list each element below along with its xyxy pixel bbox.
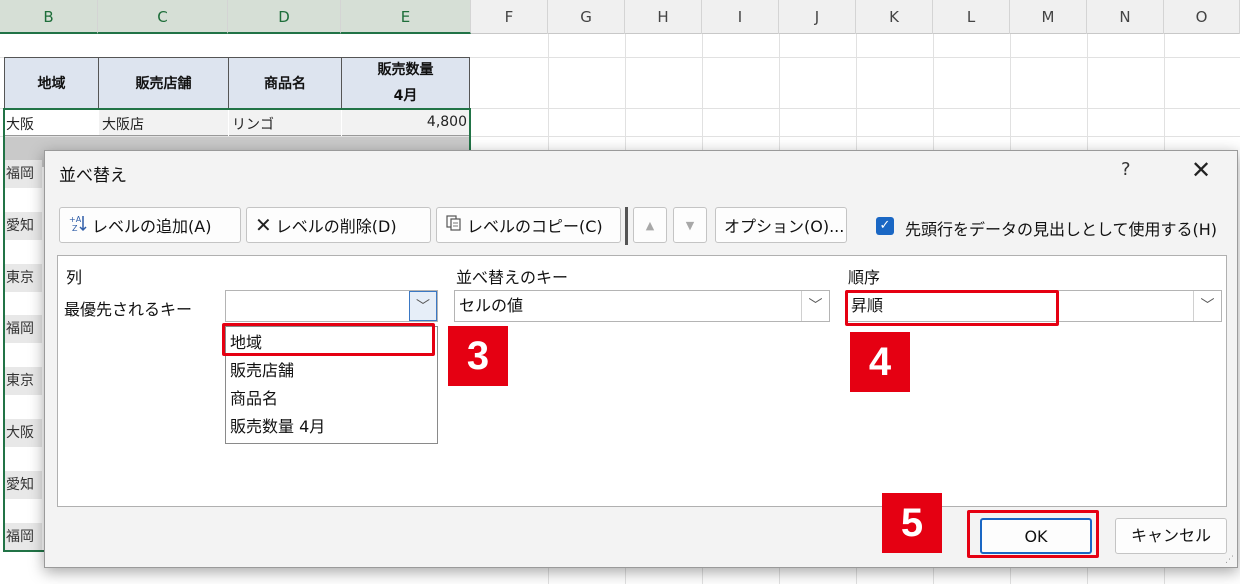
header-row-checkbox[interactable]: ✓ xyxy=(876,217,894,235)
column-header-g[interactable]: G xyxy=(548,0,625,34)
table-header-product[interactable]: 商品名 xyxy=(228,57,342,109)
column-header-m[interactable]: M xyxy=(1010,0,1087,34)
resize-grip-icon[interactable]: ⋰ xyxy=(1225,555,1235,565)
column-header-i[interactable]: I xyxy=(702,0,779,34)
add-level-button[interactable]: +A Z レベルの追加(A) xyxy=(59,207,241,243)
copy-icon xyxy=(445,214,463,236)
copy-level-label: レベルのコピー(C) xyxy=(467,217,603,236)
table-header-store[interactable]: 販売店舗 xyxy=(98,57,229,109)
step-3-marker: 3 xyxy=(448,326,508,386)
column-header-bar: B C D E F G H I J K L M N O xyxy=(0,0,1240,34)
header-row-checkbox-label: 先頭行をデータの見出しとして使用する(H) xyxy=(905,220,1218,239)
column-header-k[interactable]: K xyxy=(856,0,933,34)
chevron-down-icon[interactable]: ﹀ xyxy=(409,291,437,321)
dialog-title: 並べ替え xyxy=(59,166,127,186)
column-header-b[interactable]: B xyxy=(0,0,98,34)
sort-key-value: セルの値 xyxy=(459,296,524,315)
table-header-quantity-line2: 4月 xyxy=(393,88,418,104)
delete-level-label: レベルの削除(D) xyxy=(275,217,397,236)
chevron-down-icon[interactable]: ﹀ xyxy=(801,291,829,321)
column-header-e[interactable]: E xyxy=(341,0,471,34)
column-header-l[interactable]: L xyxy=(933,0,1010,34)
column-header-o[interactable]: O xyxy=(1164,0,1240,34)
dropdown-option-store[interactable]: 販売店舗 xyxy=(228,357,433,385)
column-header-h[interactable]: H xyxy=(625,0,702,34)
chevron-down-icon[interactable]: ﹀ xyxy=(1193,291,1221,321)
table-header-quantity[interactable]: 販売数量 4月 xyxy=(341,57,470,109)
sort-key-select[interactable]: セルの値 ﹀ xyxy=(454,290,830,322)
options-button[interactable]: オプション(O)... xyxy=(715,207,847,243)
delete-x-icon: ✕ xyxy=(255,213,272,237)
column-header-c[interactable]: C xyxy=(98,0,228,34)
close-icon[interactable]: ✕ xyxy=(1186,155,1216,185)
move-up-button[interactable]: ▲ xyxy=(633,207,667,243)
sort-add-icon: +A Z xyxy=(68,213,88,237)
svg-text:Z: Z xyxy=(72,224,78,233)
highlight-region-option xyxy=(222,323,435,356)
toolbar-separator xyxy=(625,207,628,245)
svg-text:+A: +A xyxy=(69,215,82,224)
dropdown-option-product[interactable]: 商品名 xyxy=(228,385,433,413)
sort-dialog: 並べ替え ? ✕ +A Z レベルの追加(A) ✕ レベルの削除(D) レベルの… xyxy=(44,150,1238,568)
column-header-d[interactable]: D xyxy=(228,0,341,34)
add-level-label: レベルの追加(A) xyxy=(92,217,212,236)
copy-level-button[interactable]: レベルのコピー(C) xyxy=(436,207,621,243)
column-header-f[interactable]: F xyxy=(471,0,548,34)
dropdown-option-quantity[interactable]: 販売数量 4月 xyxy=(228,413,433,441)
highlight-ok-button xyxy=(967,510,1099,558)
delete-level-button[interactable]: ✕ レベルの削除(D) xyxy=(246,207,431,243)
highlight-order-select xyxy=(845,290,1059,326)
column-header-n[interactable]: N xyxy=(1087,0,1164,34)
primary-key-label: 最優先されるキー xyxy=(64,300,193,319)
step-5-marker: 5 xyxy=(882,493,942,553)
column-select[interactable]: ﹀ xyxy=(225,290,438,322)
column-heading: 列 xyxy=(66,268,83,287)
order-heading: 順序 xyxy=(848,268,881,287)
step-4-marker: 4 xyxy=(850,332,910,392)
sort-key-heading: 並べ替えのキー xyxy=(456,268,569,287)
help-icon[interactable]: ? xyxy=(1121,159,1131,180)
move-down-button[interactable]: ▼ xyxy=(673,207,707,243)
cancel-button[interactable]: キャンセル xyxy=(1115,518,1227,554)
table-header-quantity-line1: 販売数量 xyxy=(377,62,434,78)
column-header-j[interactable]: J xyxy=(779,0,856,34)
table-header-region[interactable]: 地域 xyxy=(4,57,99,109)
